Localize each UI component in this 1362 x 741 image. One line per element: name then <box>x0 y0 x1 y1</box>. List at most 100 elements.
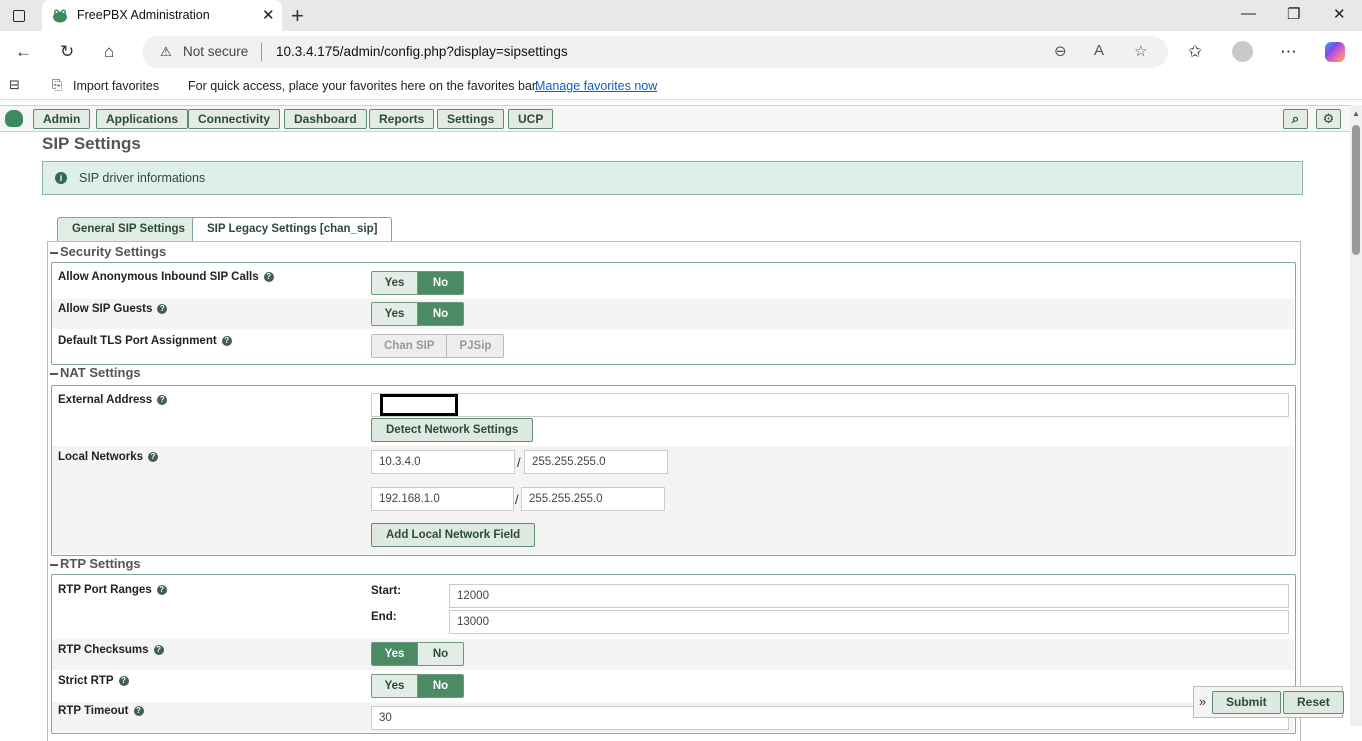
anonymous-yes-option[interactable]: Yes <box>372 272 417 294</box>
browser-tab-bar: FreePBX Administration ✕ + — ❐ ✕ <box>0 0 1362 31</box>
tls-port-toggle[interactable]: Chan SIP PJSip <box>371 334 505 358</box>
strict-rtp-toggle[interactable]: Yes No <box>371 674 464 698</box>
tab-general-sip-settings[interactable]: General SIP Settings <box>57 217 200 241</box>
collapse-chevron-icon[interactable]: » <box>1199 694 1206 709</box>
page-title: SIP Settings <box>42 134 141 153</box>
anonymous-inbound-label: Allow Anonymous Inbound SIP Calls? <box>58 271 274 283</box>
url-text[interactable]: 10.3.4.175/admin/config.php?display=sips… <box>276 44 568 59</box>
import-icon[interactable]: ⎘ <box>52 77 62 93</box>
rtp-start-input[interactable]: 12000 <box>449 584 1289 608</box>
not-secure-label[interactable]: Not secure <box>183 44 248 59</box>
rtp-settings-legend[interactable]: RTP Settings <box>50 556 141 571</box>
minimize-icon[interactable]: — <box>1241 5 1256 22</box>
rtp-timeout-input[interactable]: 30 <box>371 706 1289 730</box>
sip-guests-label: Allow SIP Guests? <box>58 303 168 315</box>
menu-admin[interactable]: Admin <box>33 109 91 129</box>
sip-guests-yes-option[interactable]: Yes <box>372 303 417 325</box>
menu-reports[interactable]: Reports <box>369 109 435 129</box>
strict-rtp-no-option[interactable]: No <box>418 675 463 697</box>
rtp-start-label: Start: <box>371 585 402 597</box>
local-network-ip-2[interactable]: 192.168.1.0 <box>371 487 514 511</box>
strict-rtp-yes-option[interactable]: Yes <box>372 675 417 697</box>
freepbx-logo-icon[interactable] <box>5 110 23 127</box>
rtp-checksums-no-option[interactable]: No <box>418 643 463 665</box>
search-icon[interactable]: ⌕ <box>1283 109 1308 129</box>
strict-rtp-label: Strict RTP? <box>58 675 129 687</box>
help-icon[interactable]: ? <box>263 272 274 282</box>
rtp-checksums-yes-option[interactable]: Yes <box>372 643 417 665</box>
menu-settings[interactable]: Settings <box>437 109 505 129</box>
new-tab-icon[interactable]: + <box>291 3 304 29</box>
warning-icon[interactable]: ⚠ <box>160 44 172 60</box>
row-tls-port: Default TLS Port Assignment? <box>52 331 1294 363</box>
copilot-icon[interactable] <box>1325 42 1345 62</box>
security-settings-legend[interactable]: Security Settings <box>50 244 166 259</box>
help-icon[interactable]: ? <box>118 676 129 686</box>
tab-sip-legacy-settings[interactable]: SIP Legacy Settings [chan_sip] <box>192 217 393 242</box>
tls-port-label: Default TLS Port Assignment? <box>58 335 232 347</box>
local-network-ip-1[interactable]: 10.3.4.0 <box>371 450 515 474</box>
menu-dashboard[interactable]: Dashboard <box>284 109 367 129</box>
zoom-icon[interactable]: ⊖ <box>1054 42 1067 60</box>
manage-favorites-link[interactable]: Manage favorites now <box>535 79 657 93</box>
home-icon[interactable]: ⌂ <box>104 42 114 62</box>
favorites-icon[interactable]: ✩ <box>1188 42 1202 62</box>
help-icon[interactable]: ? <box>157 395 168 405</box>
read-aloud-icon[interactable]: A <box>1094 42 1104 59</box>
scroll-up-icon[interactable]: ▲ <box>1352 109 1360 118</box>
help-icon[interactable]: ? <box>157 304 168 314</box>
info-alert: i SIP driver informations <box>42 161 1303 195</box>
help-icon[interactable]: ? <box>221 336 232 346</box>
rtp-checksums-toggle[interactable]: Yes No <box>371 642 464 666</box>
submit-button[interactable]: Submit <box>1212 691 1281 714</box>
help-icon[interactable]: ? <box>148 452 158 462</box>
detect-network-settings-button[interactable]: Detect Network Settings <box>371 418 534 442</box>
add-local-network-button[interactable]: Add Local Network Field <box>371 523 536 547</box>
tab-actions-icon[interactable] <box>8 6 30 26</box>
back-icon[interactable]: ← <box>15 42 32 62</box>
import-favorites[interactable]: Import favorites <box>73 79 159 93</box>
local-networks-label: Local Networks? <box>58 451 158 463</box>
help-icon[interactable]: ? <box>133 706 144 716</box>
reset-button[interactable]: Reset <box>1283 691 1344 714</box>
collections-icon[interactable]: ⊟ <box>9 77 20 93</box>
tls-pjsip-option[interactable]: PJSip <box>447 335 504 357</box>
help-icon[interactable]: ? <box>156 585 167 595</box>
nat-settings-legend[interactable]: NAT Settings <box>50 365 141 380</box>
address-divider <box>261 43 262 61</box>
rtp-end-input[interactable]: 13000 <box>449 610 1289 634</box>
more-options-icon[interactable]: ⋯ <box>1280 42 1297 62</box>
local-network-mask-1[interactable]: 255.255.255.0 <box>524 450 668 474</box>
slash-separator: / <box>517 455 521 470</box>
close-tab-icon[interactable]: ✕ <box>262 6 275 24</box>
favorite-star-icon[interactable]: ☆ <box>1134 42 1147 60</box>
local-network-mask-2[interactable]: 255.255.255.0 <box>521 487 665 511</box>
anonymous-no-option[interactable]: No <box>418 272 463 294</box>
restore-icon[interactable]: ❐ <box>1287 5 1300 23</box>
floating-action-bar: » Submit Reset <box>1193 686 1344 718</box>
menu-ucp[interactable]: UCP <box>508 109 554 129</box>
anonymous-inbound-toggle[interactable]: Yes No <box>371 271 464 295</box>
row-rtp-checksums: RTP Checksums? <box>52 639 1294 670</box>
tab-title: FreePBX Administration <box>77 8 210 22</box>
page-scrollbar[interactable]: ▲ <box>1350 105 1362 726</box>
sip-guests-toggle[interactable]: Yes No <box>371 302 464 326</box>
help-icon[interactable]: ? <box>153 645 164 655</box>
address-bar[interactable]: ⚠ Not secure 10.3.4.175/admin/config.php… <box>142 36 1168 68</box>
browser-tab[interactable]: FreePBX Administration ✕ <box>42 0 282 31</box>
sip-guests-no-option[interactable]: No <box>418 303 463 325</box>
favbar-message: For quick access, place your favorites h… <box>188 79 539 93</box>
menu-applications[interactable]: Applications <box>96 109 189 129</box>
scrollbar-thumb[interactable] <box>1352 125 1360 255</box>
row-sip-guests: Allow SIP Guests? <box>52 299 1294 329</box>
menu-connectivity[interactable]: Connectivity <box>188 109 281 129</box>
rtp-end-label: End: <box>371 611 397 623</box>
close-window-icon[interactable]: ✕ <box>1333 5 1346 23</box>
gear-icon[interactable]: ⚙ <box>1316 109 1341 129</box>
refresh-icon[interactable]: ↻ <box>60 42 74 62</box>
external-address-label: External Address? <box>58 394 168 406</box>
external-address-input[interactable] <box>371 393 1289 417</box>
profile-avatar-icon[interactable] <box>1232 41 1253 62</box>
redacted-address <box>380 394 458 416</box>
tls-chan-sip-option[interactable]: Chan SIP <box>372 335 447 357</box>
